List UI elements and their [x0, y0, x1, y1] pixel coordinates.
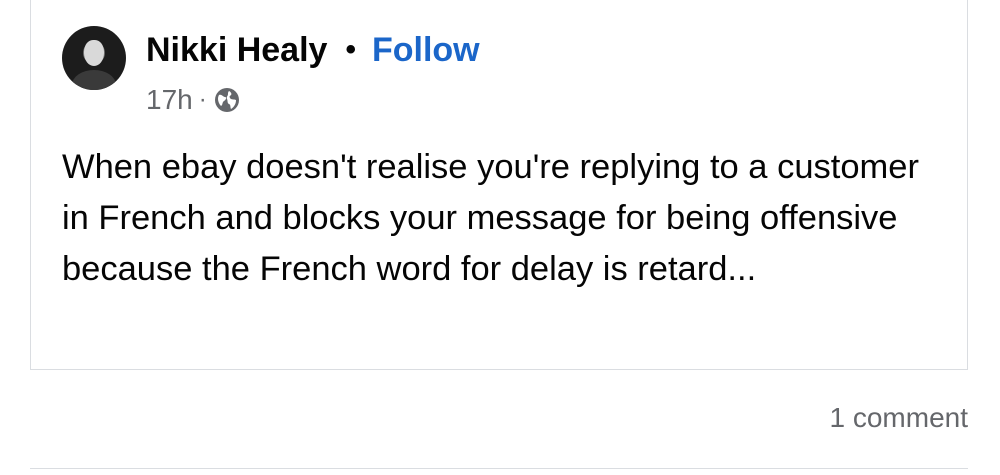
post-text: When ebay doesn't realise you're replyin… — [62, 148, 919, 288]
post-header: Nikki Healy • Follow — [146, 28, 480, 72]
footer-divider — [30, 468, 968, 469]
author-name[interactable]: Nikki Healy — [146, 31, 327, 70]
avatar-shoulder — [72, 70, 116, 90]
follow-button[interactable]: Follow — [372, 31, 480, 70]
post-timestamp[interactable]: 17h — [146, 84, 193, 116]
avatar-face — [84, 40, 104, 66]
globe-icon[interactable] — [213, 86, 241, 114]
author-avatar[interactable] — [62, 26, 126, 90]
comment-count-link[interactable]: 1 comment — [830, 402, 969, 434]
header-separator: • — [345, 33, 356, 66]
meta-separator: · — [198, 86, 207, 113]
post-meta: 17h · — [146, 82, 241, 118]
